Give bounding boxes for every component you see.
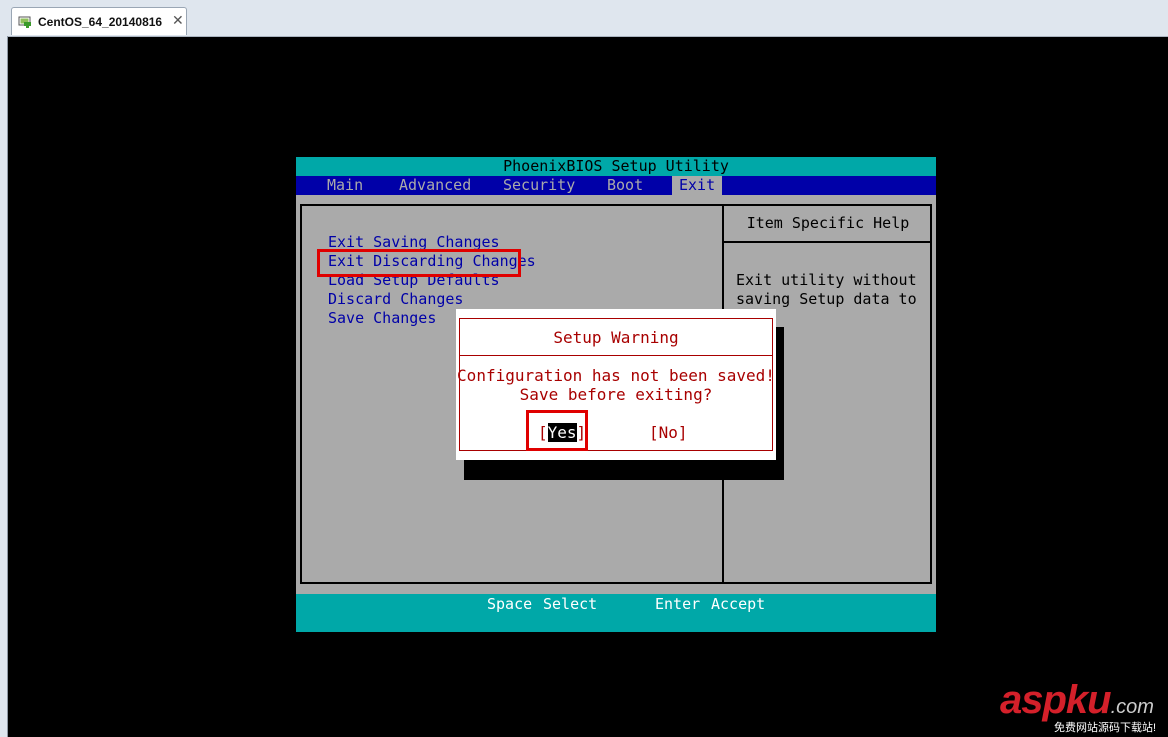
dialog-title: Setup Warning <box>553 328 679 347</box>
dialog-separator <box>460 355 772 356</box>
watermark: aspku.com 免费网站源码下载站! <box>1000 678 1156 734</box>
no-button[interactable]: [No] <box>649 423 688 442</box>
footer-space-key: Space <box>487 595 533 613</box>
footer-enter-key: Enter <box>655 595 701 613</box>
help-title: Item Specific Help <box>746 214 910 232</box>
option-discard-changes[interactable]: Discard Changes <box>328 290 463 308</box>
dialog-message-line-2: Save before exiting? <box>519 385 713 404</box>
menu-exit[interactable]: Exit <box>672 176 723 195</box>
help-line-1: Exit utility without <box>736 271 917 289</box>
footer-space-action: Select <box>543 595 598 613</box>
watermark-subtitle: 免费网站源码下载站! <box>1054 722 1157 734</box>
close-icon[interactable]: ✕ <box>172 12 184 29</box>
vm-frame-border <box>0 36 8 737</box>
vm-tab-title: CentOS_64_20140816 <box>38 15 163 29</box>
watermark-logo: aspku <box>1000 678 1112 722</box>
vm-icon <box>18 16 31 28</box>
bios-title: PhoenixBIOS Setup Utility <box>296 157 936 176</box>
menu-advanced[interactable]: Advanced <box>399 176 471 195</box>
help-line-2: saving Setup data to <box>736 290 917 308</box>
vm-tab-strip: CentOS_64_20140816 ✕ <box>0 0 1168 37</box>
menu-security[interactable]: Security <box>503 176 575 195</box>
option-save-changes[interactable]: Save Changes <box>328 309 436 327</box>
menu-main[interactable]: Main <box>327 176 363 195</box>
highlight-box-option <box>317 249 521 277</box>
highlight-box-yes <box>526 410 588 451</box>
bios-menu-bar: Main Advanced Security Boot Exit <box>296 176 936 195</box>
bios-footer: Space Select Enter Accept <box>296 594 936 632</box>
menu-boot[interactable]: Boot <box>607 176 643 195</box>
watermark-suffix: .com <box>1110 696 1154 718</box>
dialog-message-line-1: Configuration has not been saved! <box>457 366 775 385</box>
footer-enter-action: Accept <box>711 595 766 613</box>
setup-warning-dialog: Setup Warning Configuration has not been… <box>456 309 776 460</box>
vm-tab-centos[interactable]: CentOS_64_20140816 ✕ <box>11 7 187 35</box>
help-separator <box>724 241 932 243</box>
